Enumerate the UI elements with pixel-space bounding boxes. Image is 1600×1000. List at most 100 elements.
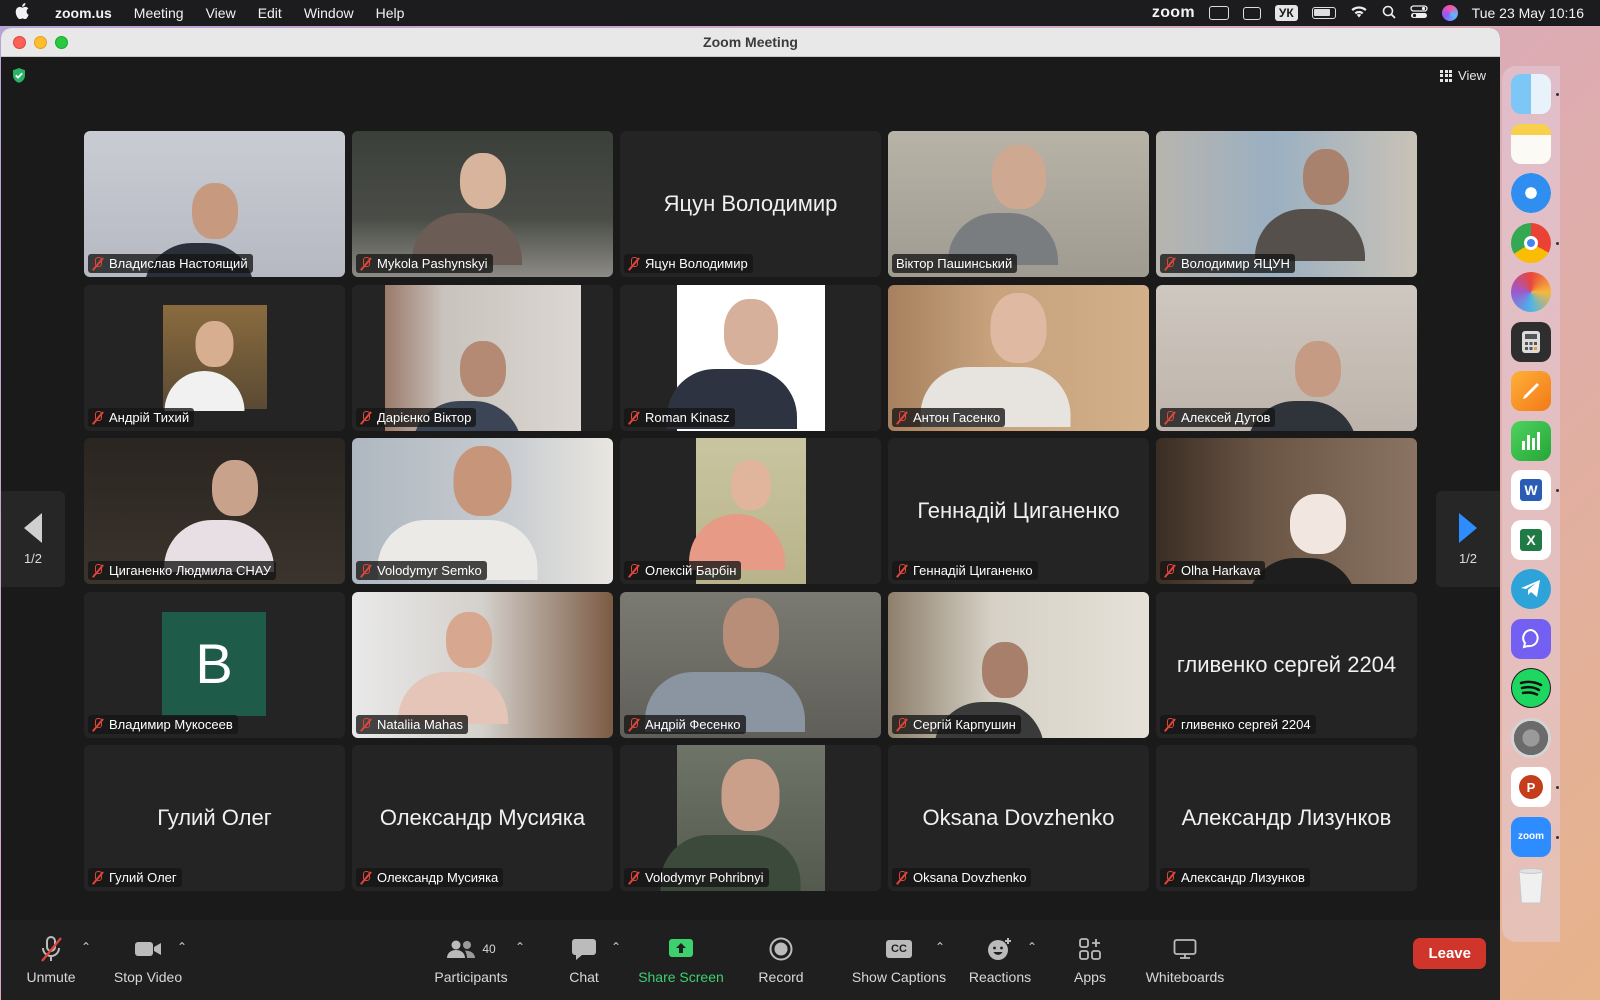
closed-captions-icon: CC (886, 936, 912, 962)
close-window-button[interactable] (13, 35, 26, 49)
participant-tile[interactable]: Roman Kinasz (620, 284, 881, 431)
zoom-status-icon[interactable]: zoom (1152, 4, 1195, 22)
participant-tile[interactable]: Циганенко Людмила СНАУ (84, 438, 345, 584)
system-settings-gear-icon[interactable] (1511, 717, 1551, 758)
menu-help[interactable]: Help (365, 5, 416, 21)
participant-tile[interactable]: Владислав Настоящий (84, 131, 345, 277)
participant-display-name: Геннадій Циганенко (917, 498, 1120, 523)
mic-muted-icon (40, 935, 62, 962)
participant-tile[interactable]: Дарієнко Віктор (352, 284, 613, 431)
video-options-chevron-icon[interactable]: ⌃ (177, 940, 187, 954)
participant-tile[interactable]: гливенко сергей 2204 гливенко сергей 220… (1156, 591, 1417, 738)
participant-tile[interactable]: Сергій Карпушин (888, 591, 1149, 738)
word-icon[interactable]: W (1511, 470, 1559, 510)
menu-view[interactable]: View (195, 5, 247, 21)
captions-options-chevron-icon[interactable]: ⌃ (935, 940, 945, 954)
calculator-icon[interactable] (1511, 321, 1551, 362)
whiteboards-button[interactable]: Whiteboards (1143, 920, 1227, 1000)
participant-tile[interactable]: Volodymyr Pohribnyi (620, 745, 881, 891)
unmute-button[interactable]: Unmute (23, 920, 79, 1000)
telegram-icon[interactable] (1511, 569, 1551, 609)
participant-tile[interactable]: Александр Лизунков Александр Лизунков (1156, 745, 1417, 891)
participant-tile[interactable]: Olha Harkava (1156, 438, 1417, 584)
spotlight-search-icon[interactable] (1382, 5, 1396, 22)
previous-page-button[interactable]: 1/2 (1, 491, 65, 587)
viber-icon[interactable] (1511, 618, 1551, 659)
show-captions-button[interactable]: CC Show Captions (849, 920, 949, 1000)
participant-name-label: Roman Kinasz (624, 407, 735, 427)
audio-options-chevron-icon[interactable]: ⌃ (81, 940, 91, 954)
participant-display-name: Александр Лизунков (1181, 805, 1392, 830)
participant-name-label: Olha Harkava (1160, 561, 1266, 580)
window-title: Zoom Meeting (703, 34, 798, 50)
title-bar: Zoom Meeting (1, 28, 1500, 57)
participant-tile[interactable]: B Владимир Мукосеев (84, 591, 345, 738)
pages-icon[interactable] (1511, 371, 1551, 411)
participant-tile[interactable]: Олександр Мусияка Олександр Мусияка (352, 745, 613, 891)
participant-tile[interactable]: Володимир ЯЦУН (1156, 131, 1417, 277)
participant-name-label: Антон Гасенко (892, 407, 1006, 427)
participant-name-label: Volodymyr Semko (356, 561, 487, 580)
participant-tile[interactable]: Nataliia Mahas (352, 591, 613, 738)
chat-options-chevron-icon[interactable]: ⌃ (611, 940, 621, 954)
macos-dock: W X P zoom (1502, 66, 1560, 942)
view-button[interactable]: View (1440, 68, 1486, 83)
participant-tile[interactable]: Mykola Pashynskyi (352, 131, 613, 277)
numbers-icon[interactable] (1511, 420, 1551, 461)
participant-name-label: Андрій Тихий (88, 407, 195, 427)
control-center-icon[interactable] (1410, 4, 1428, 22)
safari-icon[interactable] (1511, 173, 1551, 213)
participant-tile[interactable]: Яцун Володимир Яцун Володимир (620, 131, 881, 277)
menu-meeting[interactable]: Meeting (123, 5, 195, 21)
participant-tile[interactable]: Олексій Барбін (620, 438, 881, 584)
apps-button[interactable]: Apps (1065, 920, 1115, 1000)
participants-button[interactable]: 40 Participants (431, 920, 511, 1000)
screen-mirroring-icon[interactable] (1208, 6, 1229, 20)
trash-icon[interactable] (1511, 866, 1551, 906)
display-icon[interactable] (1242, 6, 1261, 20)
siri-icon[interactable] (1441, 5, 1458, 21)
leave-button[interactable]: Leave (1413, 938, 1486, 969)
chat-button[interactable]: Chat (559, 920, 609, 1000)
reactions-options-chevron-icon[interactable]: ⌃ (1027, 940, 1037, 954)
menu-window[interactable]: Window (293, 5, 365, 21)
next-page-button[interactable]: 1/2 (1436, 491, 1500, 587)
chrome-icon[interactable] (1511, 222, 1559, 263)
wifi-icon[interactable] (1350, 5, 1368, 21)
participant-tile-active-speaker[interactable]: Віктор Пашинський (888, 131, 1149, 277)
reactions-button[interactable]: Reactions (963, 920, 1037, 1000)
reactions-label: Reactions (968, 968, 1032, 985)
participant-tile[interactable]: Андрій Тихий (84, 284, 345, 431)
minimize-window-button[interactable] (34, 35, 47, 49)
maximize-window-button[interactable] (55, 35, 68, 49)
battery-icon[interactable] (1311, 7, 1336, 19)
keyboard-layout-icon[interactable]: УК (1274, 5, 1298, 21)
participant-tile[interactable]: Антон Гасенко (888, 284, 1149, 431)
color-palette-icon[interactable] (1511, 272, 1551, 312)
whiteboards-label: Whiteboards (1145, 968, 1225, 985)
apple-menu-icon[interactable] (0, 3, 44, 23)
participant-tile[interactable]: Андрій Фесенко (620, 591, 881, 738)
menubar-clock[interactable]: Tue 23 May 10:16 (1472, 5, 1584, 21)
smiley-reaction-icon (987, 936, 1013, 962)
spotify-icon[interactable] (1511, 668, 1551, 708)
record-button[interactable]: Record (753, 920, 809, 1000)
zoom-app-icon[interactable]: zoom (1511, 816, 1559, 857)
notes-icon[interactable] (1511, 123, 1551, 164)
participants-count: 40 (482, 941, 496, 956)
finder-icon[interactable] (1511, 74, 1559, 114)
menu-edit[interactable]: Edit (247, 5, 293, 21)
app-menu[interactable]: zoom.us (44, 5, 123, 21)
participant-tile[interactable]: Oksana Dovzhenko Oksana Dovzhenko (888, 745, 1149, 891)
participant-tile[interactable]: Геннадій Циганенко Геннадій Циганенко (888, 438, 1149, 584)
mic-muted-icon (360, 410, 372, 424)
stop-video-button[interactable]: Stop Video (111, 920, 185, 1000)
participant-tile[interactable]: Алексей Дутов (1156, 284, 1417, 431)
participant-tile[interactable]: Volodymyr Semko (352, 438, 613, 584)
participants-options-chevron-icon[interactable]: ⌃ (515, 940, 525, 954)
share-screen-button[interactable]: Share Screen (637, 920, 725, 1000)
excel-icon[interactable]: X (1511, 519, 1551, 560)
powerpoint-icon[interactable]: P (1511, 767, 1559, 807)
encryption-shield-icon[interactable] (11, 67, 27, 84)
participant-tile[interactable]: Гулий Олег Гулий Олег (84, 745, 345, 891)
